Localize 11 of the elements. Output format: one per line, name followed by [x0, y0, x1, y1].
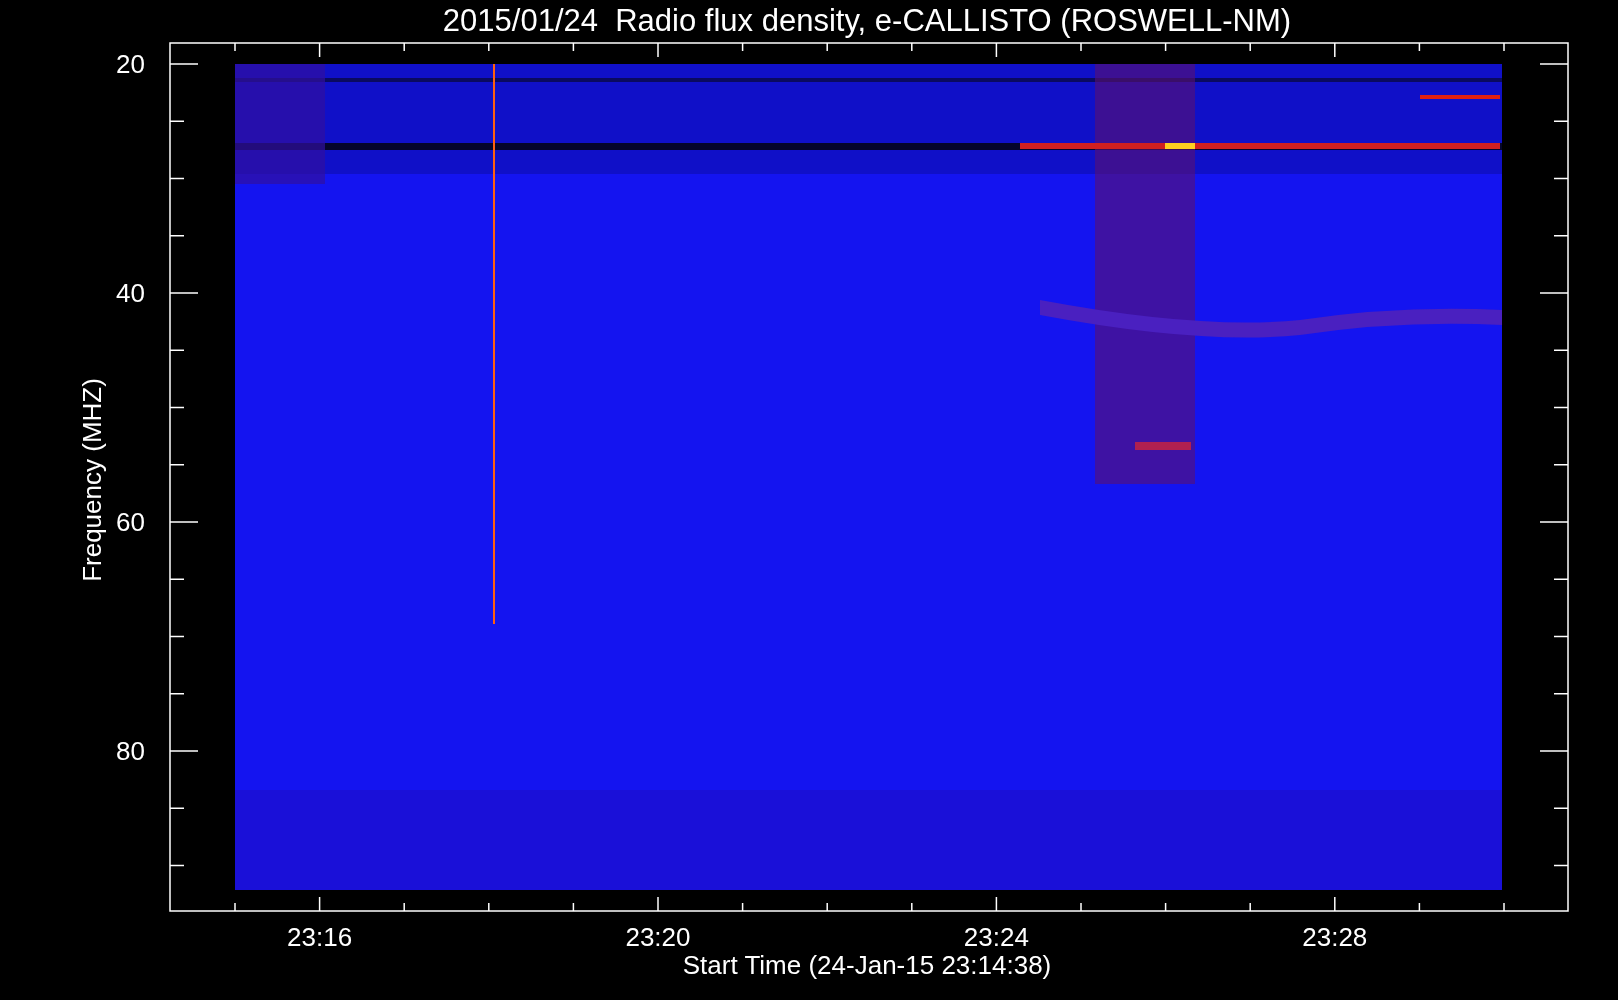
y-axis-title: Frequency (MHZ) [77, 378, 107, 582]
x-tick-label: 23:16 [287, 922, 353, 952]
x-tick-label: 23:24 [963, 922, 1029, 952]
chart-title: 2015/01/24 Radio flux density, e-CALLISTO (ROSWELL-NM) [442, 3, 1292, 38]
y-tick-label: 80 [116, 736, 145, 766]
x-tick-label: 23:20 [625, 922, 691, 952]
y-tick-label: 60 [116, 507, 145, 537]
y-tick-label: 40 [116, 278, 145, 308]
y-tick-label: 20 [116, 49, 145, 79]
x-axis-title: Start Time (24-Jan-15 23:14:38) [682, 950, 1052, 980]
x-tick-label: 23:28 [1302, 922, 1368, 952]
